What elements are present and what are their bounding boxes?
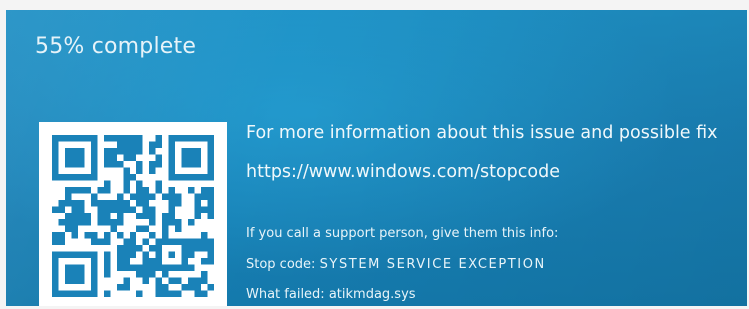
what-failed-line: What failed: atikmdag.sys (246, 287, 416, 302)
stop-code-line: Stop code: SYSTEM SERVICE EXCEPTION (246, 257, 546, 272)
what-failed-label: What failed: (246, 287, 329, 302)
support-instructions: If you call a support person, give them … (246, 226, 559, 241)
stopcode-url: https://www.windows.com/stopcode (246, 162, 560, 182)
what-failed-value: atikmdag.sys (328, 287, 416, 302)
more-info-text: For more information about this issue an… (246, 123, 718, 143)
qr-code-icon (39, 122, 227, 306)
stop-code-value: SYSTEM SERVICE EXCEPTION (319, 257, 546, 272)
stop-code-label: Stop code: (246, 257, 320, 272)
bsod-screen: 55% complete For more information about … (6, 10, 747, 306)
progress-text: 55% complete (35, 34, 197, 59)
